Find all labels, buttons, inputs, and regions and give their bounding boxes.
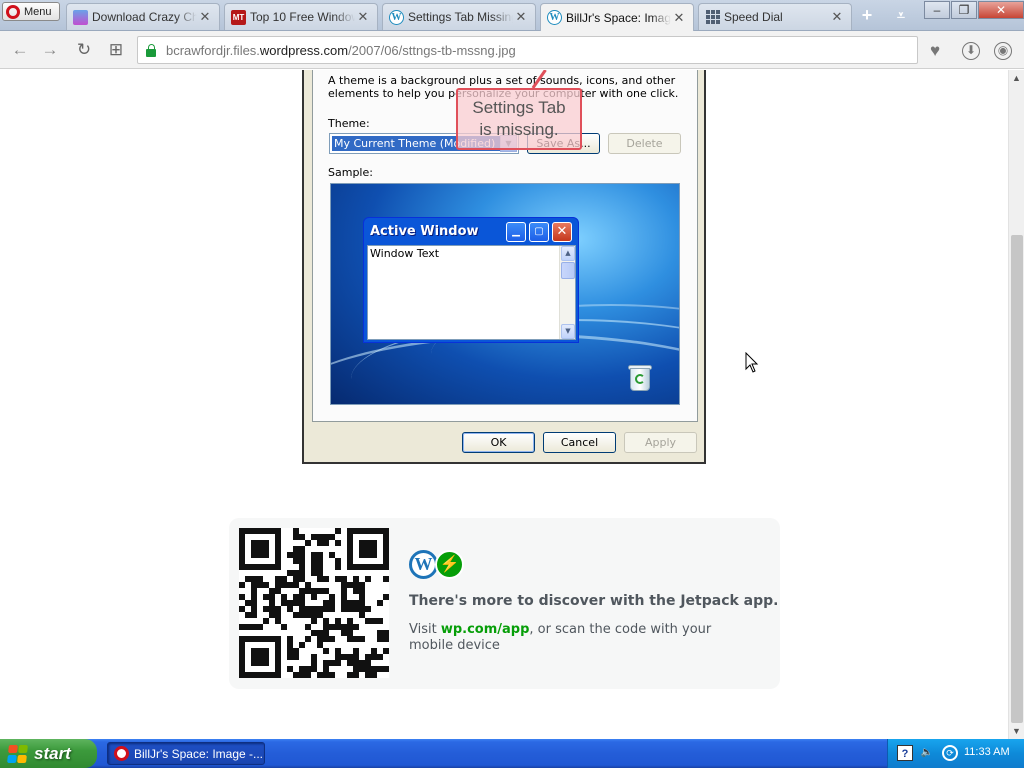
tab-title: Speed Dial	[724, 10, 783, 24]
scroll-down-icon[interactable]: ▼	[1009, 723, 1024, 739]
maximize-window-icon[interactable]: ❐	[951, 1, 977, 19]
theme-label: Theme:	[328, 117, 370, 130]
sample-active-window: Active Window ▁ ▢ ✕ Window Text ▲ ▼	[363, 217, 579, 343]
mt-favicon-icon: MT	[231, 9, 246, 25]
qr-code	[239, 528, 389, 678]
active-window-title: Active Window	[370, 224, 479, 239]
speed-dial-grid-icon[interactable]: ⊞	[106, 40, 126, 60]
download-icon[interactable]: ⬇	[962, 42, 980, 60]
secure-lock-icon	[146, 43, 156, 57]
scroll-down-icon: ▼	[561, 324, 575, 339]
opera-logo-icon	[6, 4, 20, 19]
tab-menu-icon[interactable]: ⩡	[888, 5, 914, 25]
tab-title: Download Crazy Chick	[92, 10, 197, 24]
sample-scrollbar: ▲ ▼	[559, 246, 575, 339]
taskbar-item-label: BillJr's Space: Image -...	[134, 746, 263, 761]
url-field[interactable]: bcrawfordjr.files. wordpress.com/2007/06/…	[137, 36, 918, 64]
back-arrow-icon[interactable]: ←	[10, 40, 30, 60]
forward-arrow-icon[interactable]: →	[40, 40, 60, 60]
callout-line-2: is missing.	[479, 120, 559, 139]
tab-close-icon[interactable]: ✕	[513, 9, 529, 25]
tab-close-icon[interactable]: ✕	[829, 9, 845, 25]
tab-close-icon[interactable]: ✕	[671, 10, 687, 26]
close-icon: ✕	[552, 222, 572, 242]
tab-title: BillJr's Space: Image	[566, 10, 671, 25]
account-icon[interactable]: ◉	[994, 42, 1012, 60]
speed-dial-favicon-icon	[705, 9, 720, 25]
reload-icon[interactable]: ↻	[74, 40, 94, 60]
scroll-up-icon: ▲	[561, 246, 575, 261]
url-path: /2007/06/sttngs-tb-mssng.jpg	[348, 42, 516, 58]
page-scrollbar[interactable]: ▲ ▼	[1008, 70, 1024, 739]
active-window-body: Window Text ▲ ▼	[367, 245, 576, 340]
theme-sample-preview: Active Window ▁ ▢ ✕ Window Text ▲ ▼	[330, 183, 680, 405]
tab-top-10-free-windows[interactable]: MT Top 10 Free Windows ✕	[224, 3, 378, 30]
mouse-cursor-icon	[745, 352, 759, 373]
tab-download-crazy-chicken[interactable]: Download Crazy Chick ✕	[66, 3, 220, 30]
wordpress-favicon-icon: W	[547, 10, 562, 25]
promo-text-prefix: Visit	[409, 622, 441, 637]
tab-speed-dial[interactable]: Speed Dial ✕	[698, 3, 852, 30]
download-crazy-chicken-favicon-icon	[73, 9, 88, 25]
apply-button: Apply	[624, 432, 697, 453]
promo-text: Visit wp.com/app, or scan the code with …	[409, 622, 759, 654]
scroll-up-icon[interactable]: ▲	[1009, 70, 1024, 86]
opera-menu-button[interactable]: Menu	[2, 2, 60, 21]
jetpack-logo-icon: ⚡	[435, 550, 464, 579]
tab-close-icon[interactable]: ✕	[197, 9, 213, 25]
jetpack-promo: W ⚡ There's more to discover with the Je…	[229, 518, 780, 689]
close-window-icon[interactable]: ✕	[978, 1, 1024, 19]
windows-flag-icon	[7, 744, 29, 763]
settings-tab-missing-callout: Settings Tab is missing.	[456, 88, 582, 150]
sync-icon[interactable]: ⟳	[942, 745, 958, 761]
taskbar-item-opera[interactable]: BillJr's Space: Image -...	[107, 742, 265, 765]
ok-button: OK	[462, 432, 535, 453]
delete-button: Delete	[608, 133, 681, 154]
address-bar-row: ← → ↻ ⊞ bcrawfordjr.files. wordpress.com /…	[0, 31, 1024, 69]
screen: Menu Download Crazy Chick ✕ MT Top 10 Fr…	[0, 0, 1024, 768]
page-scroll-thumb[interactable]	[1011, 235, 1023, 723]
minimize-icon: ▁	[506, 222, 526, 242]
browser-tab-strip: Menu Download Crazy Chick ✕ MT Top 10 Fr…	[0, 0, 1024, 31]
clock: 11:33 AM	[964, 746, 1010, 758]
promo-heading: There's more to discover with the Jetpac…	[409, 593, 779, 609]
callout-line-1: Settings Tab	[472, 98, 566, 117]
tab-settings-tab-missing[interactable]: W Settings Tab Missing ✕	[382, 3, 536, 30]
heart-bookmark-icon[interactable]: ♥	[924, 40, 946, 62]
url-domain: wordpress.com	[259, 42, 349, 58]
display-properties-screenshot: A theme is a background plus a set of so…	[302, 70, 706, 464]
sound-icon[interactable]: 🔈	[919, 745, 935, 761]
wordpress-favicon-icon: W	[389, 9, 404, 25]
tab-title: Settings Tab Missing	[408, 10, 513, 24]
tab-billjrs-space-image[interactable]: W BillJr's Space: Image ✕	[540, 3, 694, 31]
scroll-thumb	[561, 262, 575, 279]
menu-label: Menu	[24, 5, 52, 18]
help-icon[interactable]: ?	[897, 745, 913, 761]
minimize-window-icon[interactable]: ‒	[924, 1, 950, 19]
new-tab-plus-icon[interactable]: +	[854, 5, 880, 25]
maximize-icon: ▢	[529, 222, 549, 242]
tab-title: Top 10 Free Windows	[250, 10, 355, 24]
opera-logo-icon	[114, 746, 129, 761]
page-viewport: A theme is a background plus a set of so…	[0, 70, 1008, 739]
wordpress-logo-icon: W	[409, 550, 438, 579]
url-prefix: bcrawfordjr.files.	[166, 42, 260, 58]
system-tray: ? 🔈 ⟳ 11:33 AM	[887, 739, 1024, 768]
windows-taskbar: start BillJr's Space: Image -... ? 🔈 ⟳ 1…	[0, 739, 1024, 768]
cancel-button: Cancel	[543, 432, 616, 453]
promo-logos: W ⚡	[409, 550, 469, 580]
sample-label: Sample:	[328, 166, 373, 179]
recycle-bin-icon	[627, 364, 653, 392]
window-text: Window Text	[370, 247, 440, 260]
start-label: start	[34, 743, 71, 763]
start-button[interactable]: start	[0, 739, 97, 768]
tab-close-icon[interactable]: ✕	[355, 9, 371, 25]
wp-app-link[interactable]: wp.com/app	[441, 622, 530, 637]
